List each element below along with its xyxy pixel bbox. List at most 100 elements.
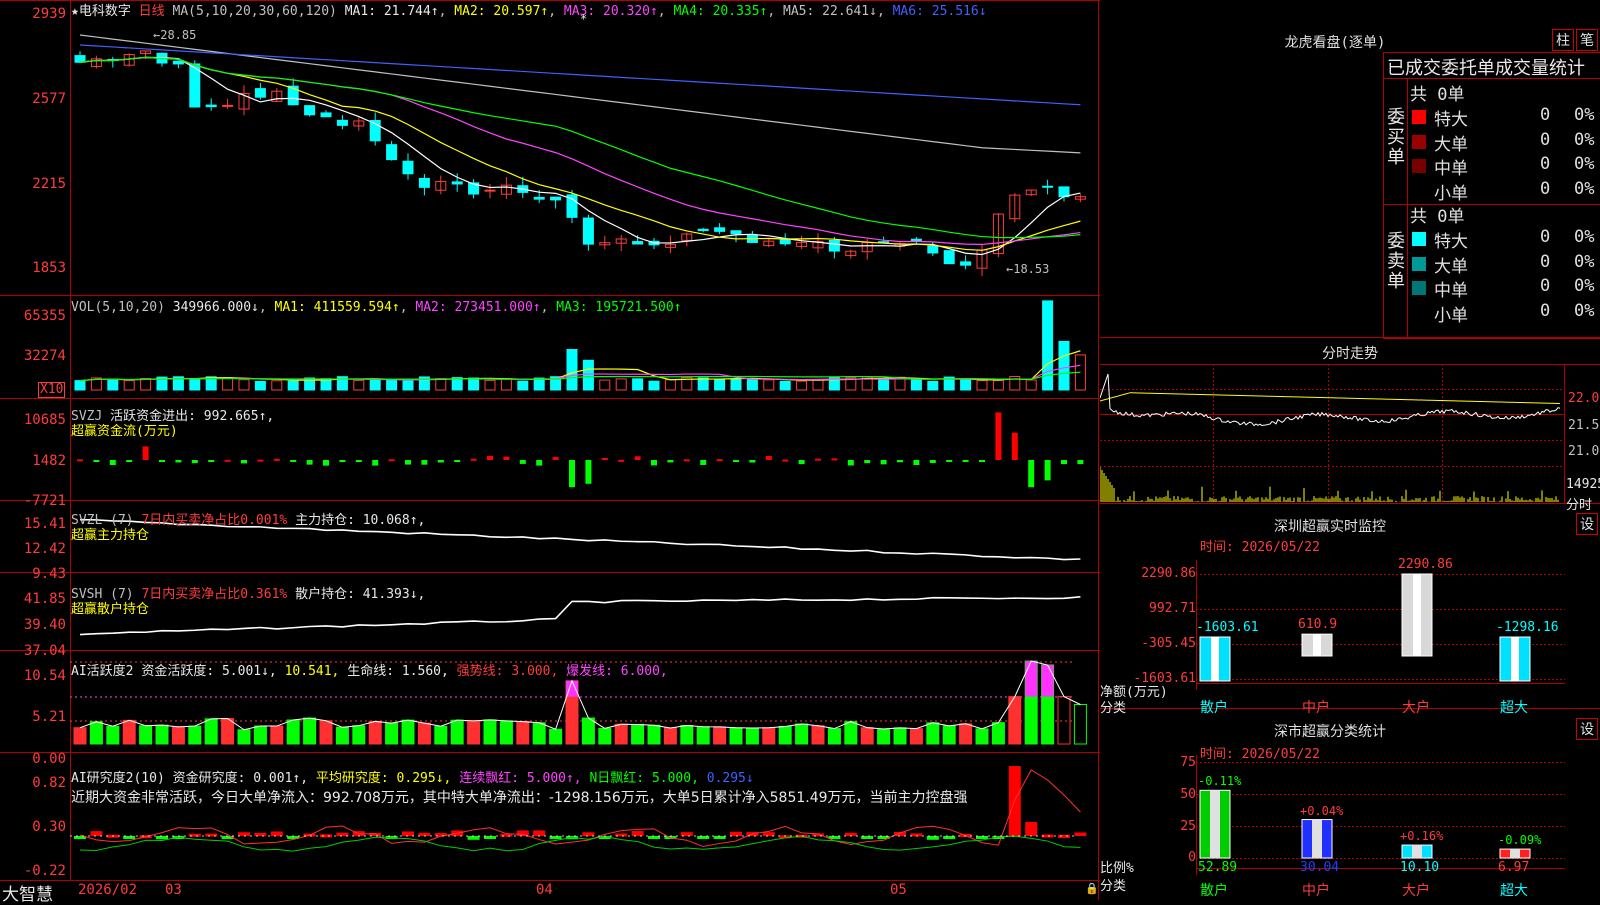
fund-flow-bar xyxy=(421,460,427,465)
ma4-value: MA4: 20.335↑ xyxy=(673,4,767,19)
volume-bar xyxy=(911,380,921,390)
fund-flow-bar xyxy=(651,460,657,465)
volume-bar xyxy=(354,380,364,390)
ai2-comment: 近期大资金非常活跃，今日大单净流入：992.708万元，其中特大单净流出：-12… xyxy=(71,787,968,807)
ai1-header: AI活跃度2 资金活跃度: 5.001↓, 10.541, 生命线: 1.560… xyxy=(71,660,668,679)
activity-bar xyxy=(533,723,545,744)
research-bar xyxy=(648,836,660,839)
svzl-subtitle: 超赢主力持仓 xyxy=(71,524,149,543)
fund-flow-bar xyxy=(405,460,411,465)
order-count: 0 xyxy=(1540,130,1550,154)
svzl-y-label-3: 9.43 xyxy=(32,566,66,582)
ai1-burst-line: 爆发线: 6.000, xyxy=(566,664,668,679)
bar-mode-button[interactable]: 柱 xyxy=(1552,29,1574,51)
star-icon[interactable]: ★ xyxy=(71,4,79,19)
longhu-tabs[interactable]: 已成交委托单成交量统计 xyxy=(1387,54,1585,80)
sz-class-change-label: +0.04% xyxy=(1300,804,1343,818)
candle-body xyxy=(633,242,643,244)
activity-bar xyxy=(550,729,562,744)
intraday-price-line xyxy=(1100,374,1560,426)
volume-bar xyxy=(813,380,823,390)
activity-bar xyxy=(763,728,775,744)
vol-label: VOL(5,10,20) xyxy=(71,300,165,315)
volume-bar xyxy=(223,378,233,390)
activity-bar xyxy=(353,726,365,744)
order-type-label: 大单 xyxy=(1434,252,1468,276)
vol-ma1-line xyxy=(80,351,1080,381)
sz-monitor-bar-label: 2290.86 xyxy=(1398,557,1453,572)
sz-class-value-label: 30.04 xyxy=(1300,860,1339,875)
volume-bar xyxy=(600,380,610,390)
activity-burst-segment xyxy=(1042,665,1054,697)
research-bar xyxy=(861,836,873,839)
sz-monitor-time: 时间: 2026/05/22 xyxy=(1200,536,1320,555)
activity-bar xyxy=(140,726,152,744)
kline-panel[interactable]: ★电科数字 日线 MA(5,10,20,30,60,120) MA1: 21.7… xyxy=(0,0,1100,900)
fund-flow-bar xyxy=(815,459,821,461)
sz-class-y-4: 0 xyxy=(1156,850,1196,865)
sz-class-axis-sub: 分类 xyxy=(1100,875,1126,894)
ai2-consec: 连续飘红: 5.000↑, xyxy=(459,771,581,786)
fund-flow-bar xyxy=(602,458,608,460)
kline-chart-svg[interactable] xyxy=(0,0,1100,900)
order-color-swatch xyxy=(1412,110,1426,124)
order-percent: 0% xyxy=(1574,276,1594,300)
fund-flow-bar xyxy=(93,460,99,462)
ma1-line xyxy=(80,57,1080,254)
research-bar xyxy=(1025,822,1037,836)
candle-body xyxy=(419,178,429,187)
activity-bar xyxy=(648,725,660,744)
ai1-value2: 10.541, xyxy=(285,664,340,679)
sz-monitor-y-2: 992.71 xyxy=(1126,601,1196,616)
volume-bar xyxy=(1026,380,1036,390)
candle-body xyxy=(452,182,462,184)
fund-flow-bar xyxy=(208,460,214,462)
fund-flow-bar xyxy=(274,459,280,461)
volume-bar xyxy=(124,381,134,390)
stock-name[interactable]: 电科数字 xyxy=(79,4,131,19)
candle-body xyxy=(173,61,183,64)
longhu-title: 龙虎看盘(逐单) xyxy=(1270,32,1400,52)
tick-mode-button[interactable]: 笔 xyxy=(1576,29,1598,51)
order-color-swatch xyxy=(1412,184,1426,198)
period-label[interactable]: 日线 xyxy=(139,4,165,19)
sz-class-settings-button[interactable]: 设 xyxy=(1576,718,1598,740)
buy-orders-label: 委买单 xyxy=(1387,108,1407,168)
research-bar xyxy=(90,831,102,836)
activity-bar xyxy=(320,721,332,744)
volume-bar xyxy=(436,379,446,390)
fund-flow-bar xyxy=(356,460,362,462)
ma5-line xyxy=(80,35,1080,153)
fund-flow-bar xyxy=(963,460,969,462)
research-bar xyxy=(156,836,168,839)
ma2-line xyxy=(80,57,1080,250)
fund-flow-bar xyxy=(635,456,641,460)
activity-bar xyxy=(107,726,119,744)
fund-flow-bar xyxy=(110,460,116,465)
fund-flow-bar xyxy=(159,460,165,462)
date-tick-4: 05 xyxy=(890,882,907,898)
candle-body xyxy=(731,231,741,234)
activity-bar xyxy=(943,726,955,744)
sz-monitor-settings-button[interactable]: 设 xyxy=(1576,513,1598,535)
activity-bar xyxy=(828,729,840,744)
order-color-swatch xyxy=(1412,232,1426,246)
sz-class-axis-title: 比例% xyxy=(1100,857,1134,876)
candle-body xyxy=(75,56,85,63)
fund-flow-bar xyxy=(848,460,854,465)
activity-bar xyxy=(336,727,348,744)
volume-bar xyxy=(272,381,282,390)
candle-body xyxy=(551,197,561,200)
sz-class-bar-highlight xyxy=(1412,845,1422,858)
activity-bar xyxy=(123,720,135,744)
svzj-subtitle: 超赢资金流(万元) xyxy=(71,420,178,439)
activity-bar xyxy=(517,722,529,744)
order-count: 0 xyxy=(1540,276,1550,300)
fund-flow-bar xyxy=(913,460,919,465)
candle-body xyxy=(206,105,216,107)
lock-icon[interactable]: 🔒 xyxy=(1085,882,1099,895)
research-bar xyxy=(468,836,480,840)
volume-bar xyxy=(501,379,511,390)
research-bar xyxy=(402,831,414,836)
research-bar xyxy=(927,836,939,840)
